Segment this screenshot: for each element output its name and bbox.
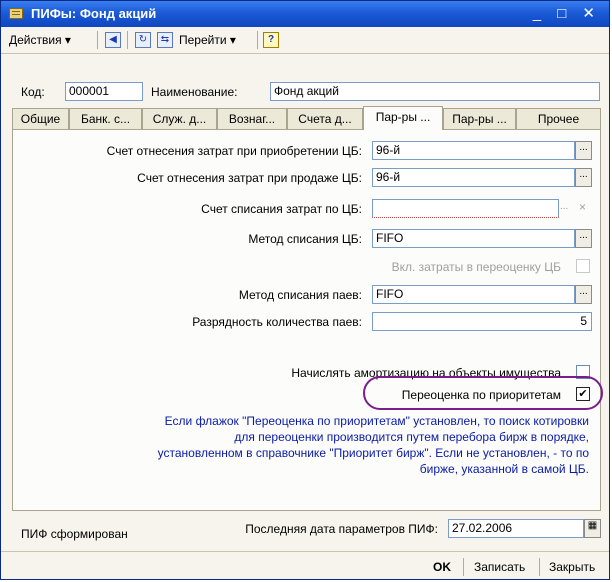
close-button[interactable]: Закрыть bbox=[549, 557, 595, 577]
ok-button[interactable]: OK bbox=[433, 557, 451, 577]
code-field[interactable]: 000001 bbox=[65, 82, 143, 101]
priority-info-text: Если флажок "Переоценка по приоритетам" … bbox=[157, 414, 589, 476]
tab-service[interactable]: Служ. д... bbox=[142, 108, 217, 129]
writeoff-account-label: Счет списания затрат по ЦБ: bbox=[201, 202, 362, 216]
acq-account-select-button[interactable]: ... bbox=[575, 141, 592, 160]
formed-label: ПИФ сформирован bbox=[21, 527, 128, 541]
name-field[interactable]: Фонд акций bbox=[270, 82, 600, 101]
refresh-icon[interactable]: ↻ bbox=[135, 32, 151, 48]
catalog-icon bbox=[9, 8, 23, 19]
writeoff-select-icon[interactable]: ... bbox=[560, 201, 568, 212]
writeoff-account-field[interactable] bbox=[372, 199, 559, 218]
last-date-label: Последняя дата параметров ПИФ: bbox=[245, 522, 438, 536]
title-bar: ПИФы: Фонд акций _ □ ✕ bbox=[1, 1, 609, 27]
tab-params-1[interactable]: Пар-ры ... bbox=[363, 106, 443, 130]
sale-account-label: Счет отнесения затрат при продаже ЦБ: bbox=[137, 171, 362, 185]
tab-fee[interactable]: Вознаг... bbox=[217, 108, 287, 129]
share-method-label: Метод списания паев: bbox=[238, 288, 362, 302]
share-method-select-button[interactable]: ... bbox=[575, 285, 592, 304]
button-separator bbox=[463, 558, 464, 576]
tab-params-2[interactable]: Пар-ры ... bbox=[443, 108, 516, 129]
last-date-field[interactable]: 27.02.2006 bbox=[448, 519, 584, 538]
sale-account-select-button[interactable]: ... bbox=[575, 168, 592, 187]
actions-menu[interactable]: Действия ▾ bbox=[9, 31, 71, 49]
tab-other[interactable]: Прочее bbox=[516, 108, 601, 129]
window-title: ПИФы: Фонд акций bbox=[31, 6, 157, 21]
button-separator bbox=[539, 558, 540, 576]
button-bar: OK Записать Закрыть bbox=[1, 551, 609, 580]
help-icon[interactable]: ? bbox=[263, 32, 279, 48]
acq-account-label: Счет отнесения затрат при приобретении Ц… bbox=[106, 144, 362, 158]
name-label: Наименование: bbox=[151, 85, 238, 99]
revalue-costs-checkbox[interactable] bbox=[576, 259, 590, 273]
clear-icon[interactable]: × bbox=[579, 200, 586, 214]
method-field[interactable]: FIFO bbox=[372, 229, 575, 248]
calendar-icon[interactable]: ▦ bbox=[584, 519, 601, 538]
toolbar-separator bbox=[97, 31, 98, 49]
window: ПИФы: Фонд акций _ □ ✕ Действия ▾ ◀ ↻ ⇆ … bbox=[0, 0, 610, 580]
method-select-button[interactable]: ... bbox=[575, 229, 592, 248]
goto-icon[interactable]: ⇆ bbox=[157, 32, 173, 48]
acq-account-field[interactable]: 96-й bbox=[372, 141, 575, 160]
window-controls[interactable]: _ □ ✕ bbox=[533, 4, 601, 22]
tab-accounts[interactable]: Счета д... bbox=[287, 108, 363, 129]
checkmark-icon: ✔ bbox=[578, 388, 588, 400]
save-button[interactable]: Записать bbox=[474, 557, 525, 577]
sale-account-field[interactable]: 96-й bbox=[372, 168, 575, 187]
goto-menu[interactable]: Перейти ▾ bbox=[179, 31, 236, 49]
toolbar-separator bbox=[127, 31, 128, 49]
code-label: Код: bbox=[21, 85, 45, 99]
toolbar: Действия ▾ ◀ ↻ ⇆ Перейти ▾ ? bbox=[1, 27, 609, 54]
toolbar-separator bbox=[257, 31, 258, 49]
back-arrow-icon[interactable]: ◀ bbox=[105, 32, 121, 48]
actions-label: Действия bbox=[9, 33, 62, 47]
method-label: Метод списания ЦБ: bbox=[248, 232, 362, 246]
tab-bank[interactable]: Банк. с... bbox=[69, 108, 142, 129]
digits-label: Разрядность количества паев: bbox=[192, 315, 362, 329]
priority-revalue-checkbox[interactable]: ✔ bbox=[576, 387, 590, 401]
revalue-costs-label: Вкл. затраты в переоценку ЦБ bbox=[391, 260, 561, 274]
tab-general[interactable]: Общие bbox=[12, 108, 69, 129]
share-method-field[interactable]: FIFO bbox=[372, 285, 575, 304]
digits-field[interactable]: 5 bbox=[372, 312, 592, 331]
goto-label: Перейти bbox=[179, 33, 227, 47]
priority-revalue-label: Переоценка по приоритетам bbox=[401, 388, 561, 402]
